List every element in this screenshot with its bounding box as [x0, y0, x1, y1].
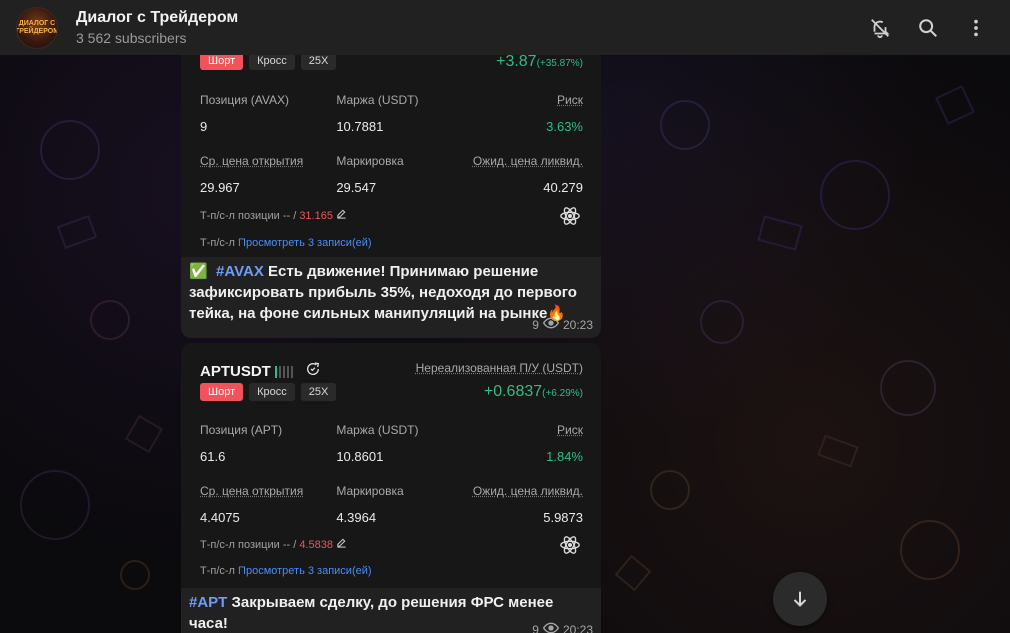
search-icon[interactable]	[916, 16, 940, 40]
message-time: 20:23	[562, 623, 593, 633]
message-caption: #APT Закрываем сделку, до решения ФРС ме…	[181, 588, 601, 633]
mark-price-label: Маркировка	[336, 154, 404, 168]
hashtag-link[interactable]: #AVAX	[216, 263, 264, 280]
tp-sl-value: 4.5838	[299, 539, 333, 551]
position-tags: Шорт Кросс 25X	[200, 383, 337, 401]
atom-share-icon[interactable]	[559, 534, 581, 561]
tag-leverage: 25X	[300, 383, 337, 401]
hashtag-link[interactable]: #APT	[189, 594, 227, 611]
channel-avatar[interactable]: ДИАЛОГ С ТРЕЙДЕРОМ	[16, 6, 58, 49]
tp-sl-label: Т-п/с-л позиции -- /	[200, 210, 300, 222]
position-label: Позиция (AVAX)	[200, 93, 290, 107]
pnl-value: +0.6837	[483, 383, 543, 400]
channel-title[interactable]: Диалог с Трейдером	[76, 9, 238, 27]
pnl-value: +3.87	[496, 53, 537, 70]
scrollbar[interactable]	[1002, 55, 1010, 633]
entry-price-value: 29.967	[200, 180, 240, 195]
mute-bell-icon[interactable]	[868, 16, 892, 40]
pnl-percent: (+6.29%)	[542, 388, 583, 399]
position-value: 9	[200, 119, 208, 134]
margin-label: Маржа (USDT)	[336, 423, 419, 437]
message-avax[interactable]: Шорт Кросс 25X +3.87(+35.87%) Позиция (A…	[181, 43, 601, 338]
liq-price-label: Ожид. цена ликвид.	[472, 484, 583, 498]
position-card: APTUSDT Нереализованная П/У (USDT) Шорт …	[181, 343, 601, 588]
pnl-display: +0.6837(+6.29%)	[484, 383, 583, 401]
eye-icon	[542, 620, 560, 633]
refresh-icon[interactable]	[305, 361, 321, 382]
margin-value: 10.8601	[336, 449, 384, 464]
tp-sl-value: 31.165	[299, 210, 333, 222]
liq-price-value: 40.279	[543, 180, 583, 195]
tp-sl-label-2: Т-п/с-л	[200, 237, 235, 249]
tp-sl-records: Т-п/с-л Просмотреть 3 записи(ей)	[200, 565, 372, 577]
position-row: Позиция (AVAX) 9 Маржа (USDT) 10.7881 Риск…	[200, 93, 583, 134]
liq-price-label: Ожид. цена ликвид.	[472, 154, 583, 168]
mark-price-value: 4.3964	[336, 510, 377, 525]
liq-price-value: 5.9873	[543, 510, 583, 525]
tag-cross: Кросс	[249, 383, 295, 401]
pair-name: APTUSDT	[200, 363, 271, 380]
pair-header: APTUSDT	[200, 361, 321, 382]
risk-value: 3.63%	[546, 119, 583, 134]
caption-text: Закрываем сделку, до решения ФРС менее ч…	[189, 594, 554, 632]
tp-sl-label: Т-п/с-л позиции -- /	[200, 539, 300, 551]
entry-price-value: 4.4075	[200, 510, 240, 525]
risk-label: Риск	[557, 423, 583, 437]
margin-value: 10.7881	[336, 119, 384, 134]
message-meta: 9 20:23	[532, 315, 593, 336]
view-records-link[interactable]: Просмотреть 3 записи(ей)	[238, 237, 371, 249]
tag-short: Шорт	[200, 383, 244, 401]
mark-price-label: Маркировка	[336, 484, 404, 498]
price-row: Ср. цена открытия 29.967 Маркировка 29.547…	[200, 154, 583, 195]
check-mark-icon: ✅	[189, 263, 208, 280]
eye-icon	[542, 315, 560, 336]
tp-sl-position: Т-п/с-л позиции -- / 4.5838	[200, 537, 347, 551]
edit-icon[interactable]	[336, 538, 347, 551]
price-row: Ср. цена открытия 4.4075 Маркировка 4.3964…	[200, 484, 583, 525]
position-value: 61.6	[200, 449, 226, 464]
pnl-percent: (+35.87%)	[536, 58, 583, 69]
unrealized-pnl-label: Нереализованная П/У (USDT)	[415, 361, 583, 375]
margin-label: Маржа (USDT)	[336, 93, 419, 107]
header-actions	[868, 16, 988, 40]
more-vertical-icon[interactable]	[964, 16, 988, 40]
pnl-display: +3.87(+35.87%)	[496, 53, 583, 71]
entry-price-label: Ср. цена открытия	[200, 154, 304, 168]
scroll-to-bottom-button[interactable]	[773, 572, 827, 626]
arrow-down-icon	[793, 591, 807, 607]
entry-price-label: Ср. цена открытия	[200, 484, 304, 498]
tp-sl-label-2: Т-п/с-л	[200, 565, 235, 577]
edit-icon[interactable]	[336, 209, 347, 222]
position-card: Шорт Кросс 25X +3.87(+35.87%) Позиция (A…	[181, 43, 601, 257]
view-records-link[interactable]: Просмотреть 3 записи(ей)	[238, 565, 371, 577]
channel-info[interactable]: Диалог с Трейдером 3 562 subscribers	[76, 9, 238, 46]
subscriber-count: 3 562 subscribers	[76, 30, 187, 46]
view-count: 9	[532, 623, 539, 633]
atom-share-icon[interactable]	[559, 205, 581, 232]
risk-label: Риск	[557, 93, 583, 107]
view-count: 9	[532, 318, 539, 332]
tp-sl-records: Т-п/с-л Просмотреть 3 записи(ей)	[200, 237, 372, 249]
position-label: Позиция (APT)	[200, 423, 283, 437]
tp-sl-position: Т-п/с-л позиции -- / 31.165	[200, 208, 347, 222]
message-caption: ✅ #AVAX Есть движение! Принимаю решение …	[181, 257, 601, 338]
message-time: 20:23	[562, 318, 593, 332]
avatar-logo-text: ДИАЛОГ С ТРЕЙДЕРОМ	[16, 19, 58, 35]
message-feed: Шорт Кросс 25X +3.87(+35.87%) Позиция (A…	[0, 43, 1010, 633]
chat-header: ДИАЛОГ С ТРЕЙДЕРОМ Диалог с Трейдером 3 …	[0, 0, 1010, 55]
signal-bars	[274, 365, 293, 378]
risk-value: 1.84%	[546, 449, 583, 464]
position-row: Позиция (APT) 61.6 Маржа (USDT) 10.8601 Ри…	[200, 423, 583, 464]
message-meta: 9 20:23	[532, 620, 593, 633]
message-apt[interactable]: APTUSDT Нереализованная П/У (USDT) Шорт …	[181, 343, 601, 633]
mark-price-value: 29.547	[336, 180, 377, 195]
